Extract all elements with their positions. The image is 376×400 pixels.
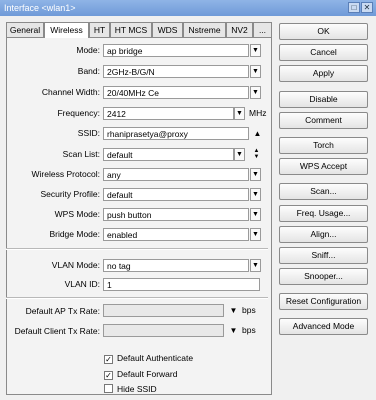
frequency-label: Frequency: (57, 108, 100, 118)
channel-width-select[interactable]: 20/40MHz Ce (103, 86, 249, 99)
default-authenticate-checkbox[interactable]: ✓ Default Authenticate (104, 352, 193, 364)
default-forward-checkbox[interactable]: ✓ Default Forward (104, 368, 177, 380)
snooper-button[interactable]: Snooper... (279, 268, 368, 285)
triangle-down-icon[interactable]: ▼ (234, 148, 245, 161)
tab-ht-mcs[interactable]: HT MCS (110, 22, 152, 37)
scan-list-label: Scan List: (62, 149, 100, 159)
vlan-id-input[interactable]: 1 (103, 278, 260, 291)
cancel-button[interactable]: Cancel (279, 44, 368, 61)
close-icon[interactable]: ✕ (361, 2, 373, 13)
checkbox-label: Default Forward (117, 369, 178, 379)
triangle-down-icon[interactable]: ▼ (250, 44, 261, 57)
advanced-mode-button[interactable]: Advanced Mode (279, 318, 368, 335)
triangle-down-icon[interactable]: ▼ (250, 168, 261, 181)
frequency-unit: MHz (249, 108, 267, 118)
hide-ssid-checkbox[interactable]: Hide SSID (104, 383, 157, 395)
up-down-arrows-icon[interactable]: ▲ ▼ (252, 148, 261, 161)
comment-button[interactable]: Comment (279, 112, 368, 129)
wps-mode-label: WPS Mode: (54, 209, 100, 219)
wireless-protocol-label: Wireless Protocol: (31, 169, 101, 179)
tab-ht[interactable]: HT (89, 22, 110, 37)
checkmark-icon[interactable]: ✓ (104, 355, 113, 364)
vlan-mode-label: VLAN Mode: (51, 260, 100, 270)
maximize-icon[interactable]: □ (348, 2, 360, 13)
triangle-down-icon[interactable]: ▼ (229, 324, 238, 337)
checkbox-label: Hide SSID (117, 384, 157, 394)
band-label: Band: (77, 66, 100, 76)
triangle-down-icon[interactable]: ▼ (250, 65, 261, 78)
tab-more[interactable]: ... (253, 22, 272, 37)
ssid-input[interactable]: rhaniprasetya@proxy (103, 127, 249, 140)
triangle-down-icon[interactable]: ▼ (229, 304, 238, 317)
default-ap-tx-rate-unit: bps (242, 305, 256, 315)
disable-button[interactable]: Disable (279, 91, 368, 108)
default-ap-tx-rate-input[interactable] (103, 304, 224, 317)
band-select[interactable]: 2GHz-B/G/N (103, 65, 249, 78)
triangle-down-icon[interactable]: ▼ (250, 86, 261, 99)
checkmark-icon[interactable]: ✓ (104, 371, 113, 380)
tab-nstreme[interactable]: Nstreme (183, 22, 226, 37)
window-titlebar: Interface <wlan1> □ ✕ (0, 0, 376, 16)
torch-button[interactable]: Torch (279, 137, 368, 154)
default-ap-tx-rate-label: Default AP Tx Rate: (25, 306, 100, 316)
scan-button[interactable]: Scan... (279, 183, 368, 200)
align-button[interactable]: Align... (279, 226, 368, 243)
wps-mode-select[interactable]: push button (103, 208, 249, 221)
wireless-protocol-select[interactable]: any (103, 168, 249, 181)
ssid-label: SSID: (77, 128, 100, 138)
tab-wds[interactable]: WDS (152, 22, 183, 37)
tab-general[interactable]: General (6, 22, 44, 37)
triangle-down-icon[interactable]: ▼ (250, 188, 261, 201)
scan-list-select[interactable]: default (103, 148, 234, 161)
separator (6, 248, 268, 250)
triangle-down-icon[interactable]: ▼ (250, 259, 261, 272)
frequency-select[interactable]: 2412 (103, 107, 234, 120)
apply-button[interactable]: Apply (279, 65, 368, 82)
checkbox-label: Default Authenticate (117, 353, 194, 363)
separator (6, 297, 268, 299)
mode-select[interactable]: ap bridge (103, 44, 249, 57)
tab-nv2[interactable]: NV2 (226, 22, 253, 37)
checkbox-box[interactable] (104, 384, 113, 393)
reset-configuration-button[interactable]: Reset Configuration (279, 293, 368, 310)
ok-button[interactable]: OK (279, 23, 368, 40)
channel-width-label: Channel Width: (41, 87, 100, 97)
triangle-down-icon[interactable]: ▼ (250, 228, 261, 241)
security-profile-select[interactable]: default (103, 188, 249, 201)
default-client-tx-rate-unit: bps (242, 325, 256, 335)
vlan-id-label: VLAN ID: (64, 279, 100, 289)
triangle-down-icon[interactable]: ▼ (234, 107, 245, 120)
default-client-tx-rate-input[interactable] (103, 324, 224, 337)
freq-usage-button[interactable]: Freq. Usage... (279, 205, 368, 222)
security-profile-label: Security Profile: (40, 189, 100, 199)
tab-wireless[interactable]: Wireless (44, 22, 89, 38)
default-client-tx-rate-label: Default Client Tx Rate: (14, 326, 100, 336)
mode-label: Mode: (76, 45, 100, 55)
bridge-mode-select[interactable]: enabled (103, 228, 249, 241)
wps-accept-button[interactable]: WPS Accept (279, 158, 368, 175)
window-title: Interface <wlan1> (4, 3, 76, 13)
vlan-mode-select[interactable]: no tag (103, 259, 249, 272)
triangle-up-icon[interactable]: ▲ (253, 127, 262, 140)
sniff-button[interactable]: Sniff... (279, 247, 368, 264)
triangle-down-icon[interactable]: ▼ (250, 208, 261, 221)
bridge-mode-label: Bridge Mode: (49, 229, 100, 239)
